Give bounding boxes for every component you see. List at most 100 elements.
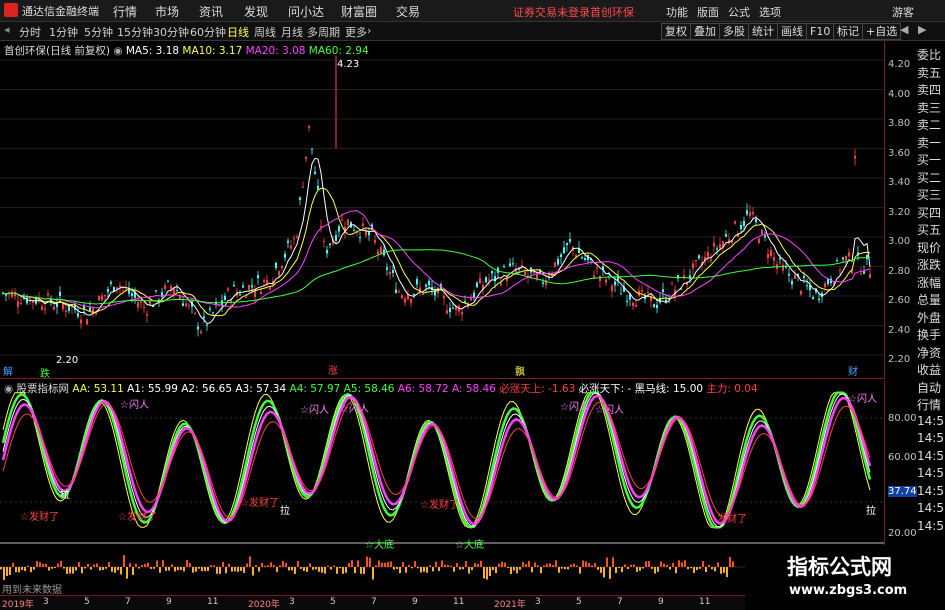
- candle-body: [197, 326, 199, 330]
- volume-bar: [252, 567, 254, 576]
- candle-body: [509, 263, 511, 267]
- tab-60min[interactable]: 60分钟: [190, 24, 226, 40]
- biaoji-button[interactable]: 标记: [833, 23, 863, 40]
- volume-bar: [156, 560, 158, 567]
- watermark-title: 指标公式网: [787, 555, 892, 579]
- candle-body: [656, 304, 658, 309]
- side-panel-item[interactable]: 行情: [917, 396, 945, 413]
- candle-body: [743, 220, 745, 227]
- time-tick: 2021年: [494, 600, 526, 610]
- price-tick: 3.20: [888, 206, 911, 218]
- candle-body: [470, 297, 472, 301]
- candle-body: [605, 279, 607, 283]
- trade-login-status[interactable]: 证券交易未登录: [513, 4, 590, 20]
- volume-bar: [399, 567, 401, 574]
- candle-body: [287, 240, 289, 243]
- menu-caifuquan[interactable]: 财富圈: [341, 3, 377, 20]
- candle-body: [110, 282, 112, 284]
- menu-banmian[interactable]: 版面: [697, 4, 719, 20]
- volume-bar: [303, 567, 305, 571]
- pin-icon[interactable]: ◂: [4, 23, 10, 36]
- menu-gongneng[interactable]: 功能: [666, 4, 688, 20]
- f10-button[interactable]: F10: [806, 23, 835, 40]
- nav-right-icon[interactable]: ▶: [918, 23, 926, 36]
- menu-shichang[interactable]: 市场: [155, 3, 179, 20]
- volume-bar: [729, 556, 731, 567]
- time-tick: 2020年: [248, 600, 280, 610]
- price-tick: 2.40: [888, 324, 911, 336]
- volume-bar: [90, 567, 92, 570]
- tab-weekly[interactable]: 周线: [254, 24, 276, 40]
- menu-wenxiaoda[interactable]: 问小达: [288, 3, 324, 20]
- huaxian-button[interactable]: 画线: [777, 23, 807, 40]
- tab-fenshi[interactable]: 分时: [19, 24, 41, 40]
- fuquan-button[interactable]: 复权: [661, 23, 691, 40]
- volume-bar: [666, 564, 668, 567]
- menu-youke[interactable]: 游客: [892, 4, 914, 20]
- menu-hangqing[interactable]: 行情: [113, 3, 137, 20]
- more-chevron-icon[interactable]: ›: [367, 24, 371, 37]
- volume-bar: [732, 561, 734, 567]
- current-stock-link[interactable]: 首创环保: [590, 4, 634, 20]
- volume-bar: [417, 567, 419, 569]
- volume-bar: [249, 556, 251, 567]
- volume-bar: [450, 565, 452, 567]
- kline-chart-panel[interactable]: 首创环保(日线 前复权) ◉ MA5: 3.18 MA10: 3.17 MA20…: [0, 40, 885, 380]
- volume-bar: [330, 567, 332, 570]
- candle-body: [107, 288, 109, 292]
- candle-body: [206, 324, 208, 326]
- nav-left-icon[interactable]: ◀: [900, 23, 908, 36]
- signal-label: ☆发财了: [240, 496, 279, 509]
- volume-bar: [81, 567, 83, 574]
- indicator-panel[interactable]: ◉ 股票指标网 AA: 53.11 A1: 55.99 A2: 56.65 A3…: [0, 380, 885, 552]
- tab-multi-period[interactable]: 多周期: [307, 24, 340, 40]
- menu-xuanxiang[interactable]: 选项: [759, 4, 781, 20]
- duogu-button[interactable]: 多股: [719, 23, 749, 40]
- tab-5min[interactable]: 5分钟: [84, 24, 113, 40]
- side-panel-item: 买一: [917, 153, 942, 167]
- candle-body: [32, 301, 34, 303]
- tab-30min[interactable]: 30分钟: [153, 24, 189, 40]
- volume-bar: [27, 565, 29, 567]
- volume-bar: [87, 563, 89, 567]
- volume-bar: [261, 562, 263, 567]
- tab-15min[interactable]: 15分钟: [117, 24, 153, 40]
- candle-body: [677, 275, 679, 279]
- tab-more[interactable]: 更多: [345, 24, 367, 40]
- price-tick: 4.00: [888, 88, 911, 100]
- menu-zixun[interactable]: 资讯: [199, 3, 223, 20]
- candle-body: [764, 235, 766, 238]
- volume-bar: [336, 567, 338, 574]
- volume-bar: [162, 560, 164, 567]
- volume-bar: [225, 567, 227, 574]
- menu-jiaoyi[interactable]: 交易: [396, 3, 420, 20]
- volume-bar: [114, 567, 116, 573]
- candle-body: [242, 285, 244, 288]
- menu-faxian[interactable]: 发现: [244, 3, 268, 20]
- volume-bar: [528, 560, 530, 567]
- volume-bar: [159, 567, 161, 573]
- diejia-button[interactable]: 叠加: [690, 23, 720, 40]
- volume-bar: [507, 567, 509, 569]
- add-watchlist-button[interactable]: +自选: [862, 23, 902, 40]
- candle-body: [596, 267, 598, 269]
- volume-bar: [531, 567, 533, 573]
- candle-body: [836, 260, 838, 262]
- volume-bar: [468, 567, 470, 574]
- menu-gongshi[interactable]: 公式: [728, 4, 750, 20]
- tab-monthly[interactable]: 月线: [281, 24, 303, 40]
- candle-body: [284, 253, 286, 258]
- candle-body: [305, 156, 307, 160]
- side-panel-item[interactable]: 自动: [917, 379, 945, 396]
- volume-bar: [681, 562, 683, 567]
- tab-daily[interactable]: 日线: [227, 24, 249, 40]
- volume-bar: [306, 567, 308, 572]
- price-tick: 3.60: [888, 147, 911, 159]
- tab-1min[interactable]: 1分钟: [49, 24, 78, 40]
- volume-bar: [345, 567, 347, 573]
- candle-body: [167, 280, 169, 282]
- time-tick: 2019年: [2, 600, 34, 610]
- tongji-button[interactable]: 统计: [748, 23, 778, 40]
- volume-bar: [60, 560, 62, 567]
- volume-bar: [129, 563, 131, 567]
